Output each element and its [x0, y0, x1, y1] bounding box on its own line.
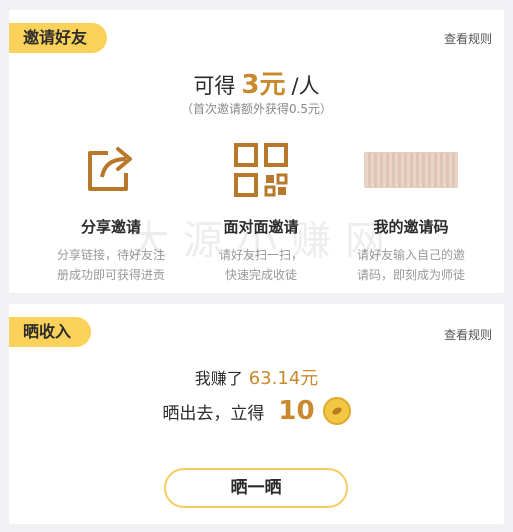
face-to-face-invite-desc: 请好友扫一扫， 快速完成收徒	[181, 245, 341, 285]
qr-code-icon	[181, 140, 341, 200]
income-section-tag: 晒收入	[9, 317, 92, 347]
earned-value: 63.14元	[248, 368, 319, 389]
earn-prefix: 可得	[193, 74, 236, 98]
my-invite-code-option[interactable]: 我的邀请码 请好友输入自己的邀 请码，即刻成为师徒	[331, 140, 491, 285]
invite-rules-link[interactable]: 查看规则	[444, 30, 492, 47]
desc-line: 分享链接，待好友注	[56, 248, 165, 262]
share-invite-desc: 分享链接，待好友注 册成功即可获得进贡	[31, 245, 191, 285]
invite-code-box	[331, 140, 491, 200]
share-reward-amount: 10	[278, 396, 315, 426]
face-to-face-invite-option[interactable]: 面对面邀请 请好友扫一扫， 快速完成收徒	[181, 140, 341, 285]
earn-note: （首次邀请额外获得0.5元）	[180, 102, 333, 116]
share-invite-option[interactable]: 分享邀请 分享链接，待好友注 册成功即可获得进贡	[31, 140, 191, 285]
share-label: 晒出去，立得	[162, 403, 265, 424]
face-to-face-invite-title: 面对面邀请	[223, 218, 299, 236]
desc-line: 请码，即刻成为师徒	[356, 268, 465, 282]
earned-label: 我赚了	[194, 369, 243, 388]
desc-line: 册成功即可获得进贡	[56, 268, 165, 282]
share-invite-title: 分享邀请	[80, 218, 141, 236]
invite-section-tag: 邀请好友	[9, 23, 108, 53]
share-reward-line: 晒出去，立得 10	[9, 396, 504, 426]
blurred-code	[364, 152, 458, 188]
desc-line: 请好友扫一扫，	[218, 248, 303, 262]
earn-per-invite: 可得 3元/人	[9, 64, 504, 101]
share-icon	[31, 140, 191, 200]
desc-line: 快速完成收徒	[224, 268, 297, 282]
my-invite-code-title: 我的邀请码	[373, 218, 449, 236]
earn-suffix: /人	[291, 74, 320, 98]
gold-coin-icon	[322, 397, 351, 425]
share-income-button[interactable]: 晒一晒	[164, 468, 348, 508]
invite-card: 邀请好友 查看规则 可得 3元/人 （首次邀请额外获得0.5元） 分享邀请 分享链…	[9, 10, 504, 293]
earned-summary: 我赚了 63.14元	[9, 364, 504, 390]
desc-line: 请好友输入自己的邀	[356, 248, 465, 262]
income-card: 晒收入 查看规则 我赚了 63.14元 晒出去，立得 10 晒一晒	[9, 304, 504, 524]
income-rules-link[interactable]: 查看规则	[444, 326, 492, 343]
earn-amount: 3元	[241, 70, 286, 100]
my-invite-code-desc: 请好友输入自己的邀 请码，即刻成为师徒	[331, 245, 491, 285]
